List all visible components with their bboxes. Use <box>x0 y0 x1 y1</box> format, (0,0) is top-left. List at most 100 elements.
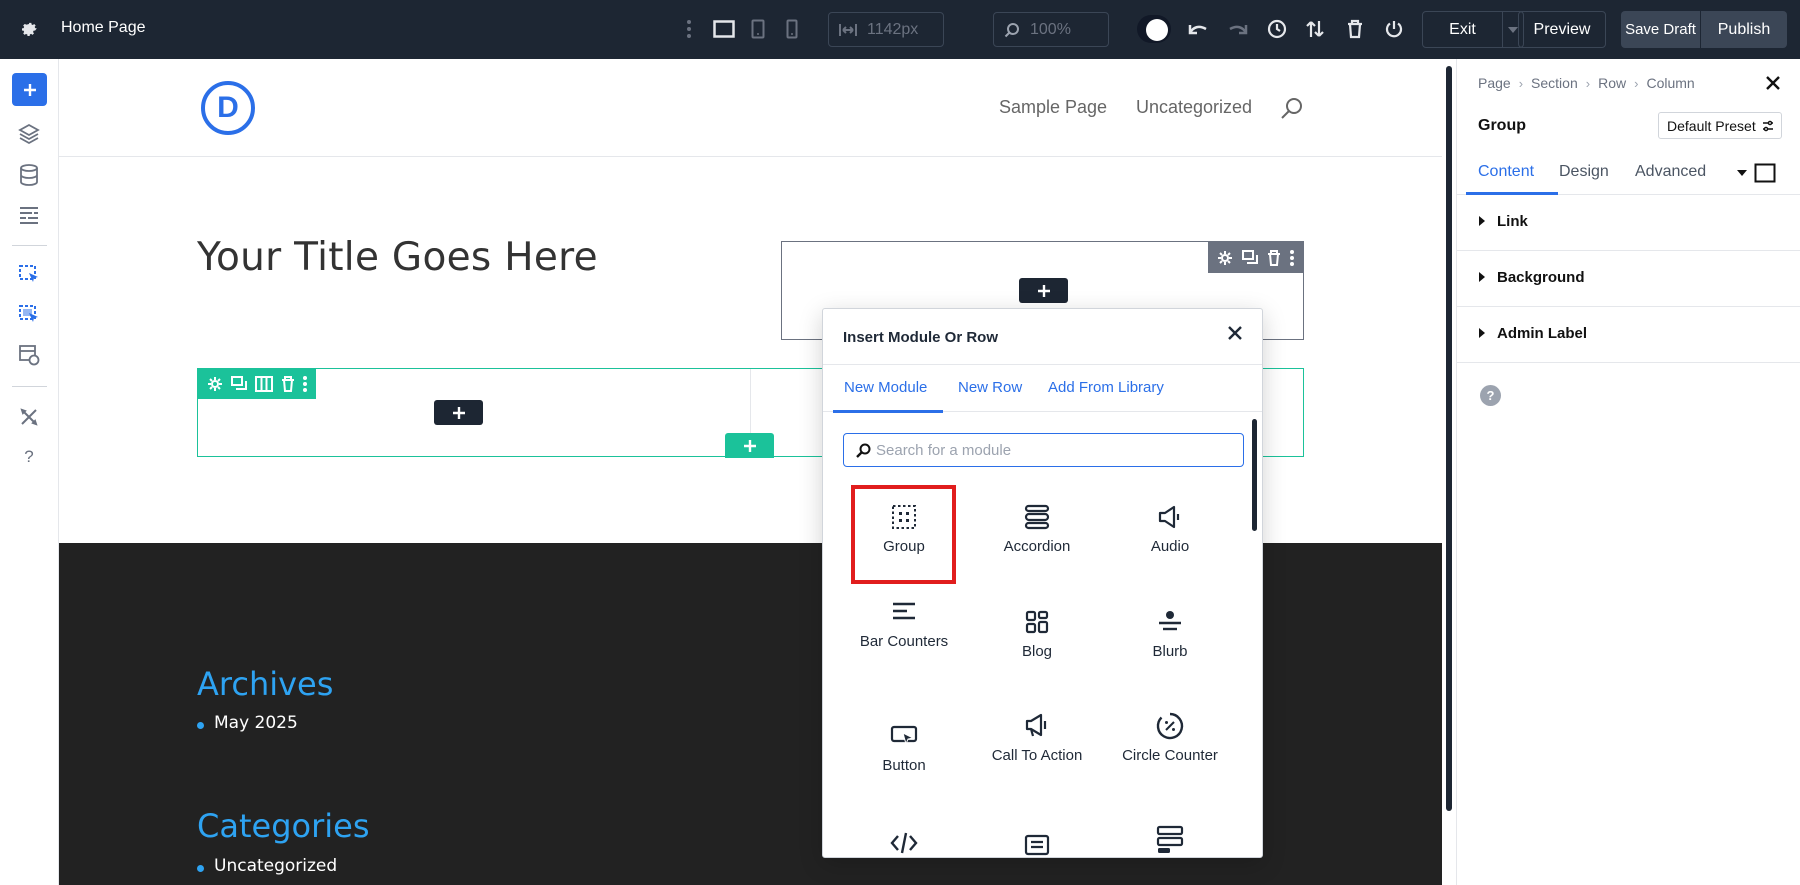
row-more-icon[interactable] <box>303 376 307 392</box>
search-icon[interactable] <box>1280 97 1304 121</box>
settings-gear-icon[interactable] <box>17 17 41 41</box>
help-icon[interactable]: ? <box>1480 385 1501 406</box>
module-button[interactable]: Button <box>849 721 959 775</box>
canvas-width-field[interactable]: 1142px <box>828 12 944 47</box>
module-call-to-action[interactable]: Call To Action <box>982 711 1092 765</box>
power-icon[interactable] <box>1382 17 1406 41</box>
undo-icon[interactable] <box>1186 17 1210 41</box>
preview-button[interactable]: Preview <box>1518 11 1606 48</box>
section-link[interactable]: Link <box>1457 195 1800 251</box>
tab-new-module[interactable]: New Module <box>844 379 927 396</box>
tab-design[interactable]: Design <box>1559 163 1609 181</box>
nav-link-uncategorized[interactable]: Uncategorized <box>1136 97 1252 118</box>
tablet-view-icon[interactable] <box>746 17 770 41</box>
module-bar-counters[interactable]: Bar Counters <box>849 597 959 651</box>
tab-new-row[interactable]: New Row <box>958 379 1022 396</box>
row-duplicate-icon[interactable] <box>231 376 247 392</box>
add-row-button[interactable] <box>725 433 774 458</box>
row-columns-icon[interactable] <box>255 376 273 392</box>
add-element-button[interactable] <box>12 73 47 106</box>
more-vertical-icon[interactable] <box>677 17 701 41</box>
module-audio[interactable]: Audio <box>1115 502 1225 556</box>
phone-view-icon[interactable] <box>780 17 804 41</box>
tab-content[interactable]: Content <box>1478 163 1534 181</box>
close-icon[interactable] <box>1765 75 1781 91</box>
help-question-icon[interactable]: ? <box>17 445 41 469</box>
select-element-icon[interactable] <box>17 263 41 287</box>
save-draft-button[interactable]: Save Draft <box>1621 11 1700 48</box>
history-clock-icon[interactable] <box>1265 17 1289 41</box>
breadcrumb-column[interactable]: Column <box>1646 75 1694 91</box>
layers-icon[interactable] <box>17 122 41 146</box>
publish-button[interactable]: Publish <box>1701 11 1787 48</box>
module-group[interactable]: Group <box>849 502 959 556</box>
chevron-right-icon: › <box>1585 75 1591 91</box>
preset-select[interactable]: Default Preset <box>1658 112 1782 139</box>
dark-mode-toggle[interactable] <box>1137 15 1171 43</box>
module-settings-icon[interactable] <box>1217 250 1233 266</box>
blog-icon <box>1025 610 1049 634</box>
canvas-width-value: 1142px <box>867 20 919 38</box>
canvas-scrollbar-thumb[interactable] <box>1446 66 1452 811</box>
code-icon <box>890 832 918 854</box>
archives-link[interactable]: May 2025 <box>214 713 298 733</box>
module-duplicate-icon[interactable] <box>1241 249 1258 266</box>
page-layout-icon[interactable] <box>17 203 41 227</box>
module-comments[interactable] <box>982 832 1092 857</box>
tab-advanced[interactable]: Advanced <box>1635 163 1706 181</box>
nav-link-sample-page[interactable]: Sample Page <box>999 97 1107 118</box>
module-label: Blog <box>1021 643 1053 660</box>
row-delete-icon[interactable] <box>281 376 295 392</box>
breadcrumb-page[interactable]: Page <box>1478 75 1511 91</box>
module-blog[interactable]: Blog <box>982 607 1092 661</box>
site-logo[interactable]: D <box>201 81 255 135</box>
search-icon <box>856 443 871 458</box>
add-module-button[interactable] <box>434 400 483 425</box>
section-admin-label[interactable]: Admin Label <box>1457 307 1800 363</box>
module-contact-form[interactable] <box>1115 824 1225 857</box>
page-name: Home Page <box>61 19 146 36</box>
caret-right-icon <box>1479 272 1485 282</box>
module-blurb[interactable]: Blurb <box>1115 607 1225 661</box>
desktop-view-icon[interactable] <box>712 17 736 41</box>
database-icon[interactable] <box>17 163 41 187</box>
trash-icon[interactable] <box>1343 17 1367 41</box>
page-settings-icon[interactable] <box>17 343 41 367</box>
add-module-button[interactable] <box>1019 278 1068 303</box>
module-label: Blurb <box>1152 643 1188 660</box>
exit-button[interactable]: Exit <box>1422 11 1503 48</box>
caret-down-icon[interactable] <box>1737 170 1747 176</box>
close-icon[interactable] <box>1227 325 1243 341</box>
group-icon <box>892 505 916 529</box>
categories-link[interactable]: Uncategorized <box>214 856 337 876</box>
chevron-right-icon: › <box>1634 75 1639 91</box>
redo-icon[interactable] <box>1226 17 1250 41</box>
bar-counters-icon <box>893 602 915 620</box>
contact-form-icon <box>1156 825 1184 853</box>
module-circle-counter[interactable]: Circle Counter <box>1115 711 1225 765</box>
preset-sliders-icon <box>1762 120 1773 131</box>
row-settings-icon[interactable] <box>207 376 223 392</box>
left-sidebar: ? <box>0 59 59 885</box>
expand-panel-icon[interactable] <box>1754 163 1776 183</box>
breadcrumb: Page › Section › Row › Column <box>1478 75 1695 91</box>
module-delete-icon[interactable] <box>1267 249 1281 266</box>
hero-title[interactable]: Your Title Goes Here <box>197 235 598 280</box>
module-search-box <box>843 433 1244 467</box>
sort-arrows-icon[interactable] <box>1303 17 1327 41</box>
breadcrumb-section[interactable]: Section <box>1531 75 1578 91</box>
dialog-scrollbar[interactable] <box>1252 419 1257 531</box>
tab-add-from-library[interactable]: Add From Library <box>1048 379 1164 396</box>
panel-tabs: Content Design Advanced <box>1457 151 1800 195</box>
zoom-field[interactable]: 100% <box>993 12 1109 47</box>
archives-heading: Archives <box>197 665 334 703</box>
module-code[interactable] <box>849 828 959 857</box>
module-more-icon[interactable] <box>1290 249 1295 266</box>
module-accordion[interactable]: Accordion <box>982 502 1092 556</box>
section-background[interactable]: Background <box>1457 251 1800 307</box>
tools-icon[interactable] <box>17 405 41 429</box>
breadcrumb-row[interactable]: Row <box>1598 75 1626 91</box>
module-label: Audio <box>1150 538 1190 555</box>
multi-select-icon[interactable] <box>17 303 41 327</box>
module-search-input[interactable] <box>876 440 1231 460</box>
